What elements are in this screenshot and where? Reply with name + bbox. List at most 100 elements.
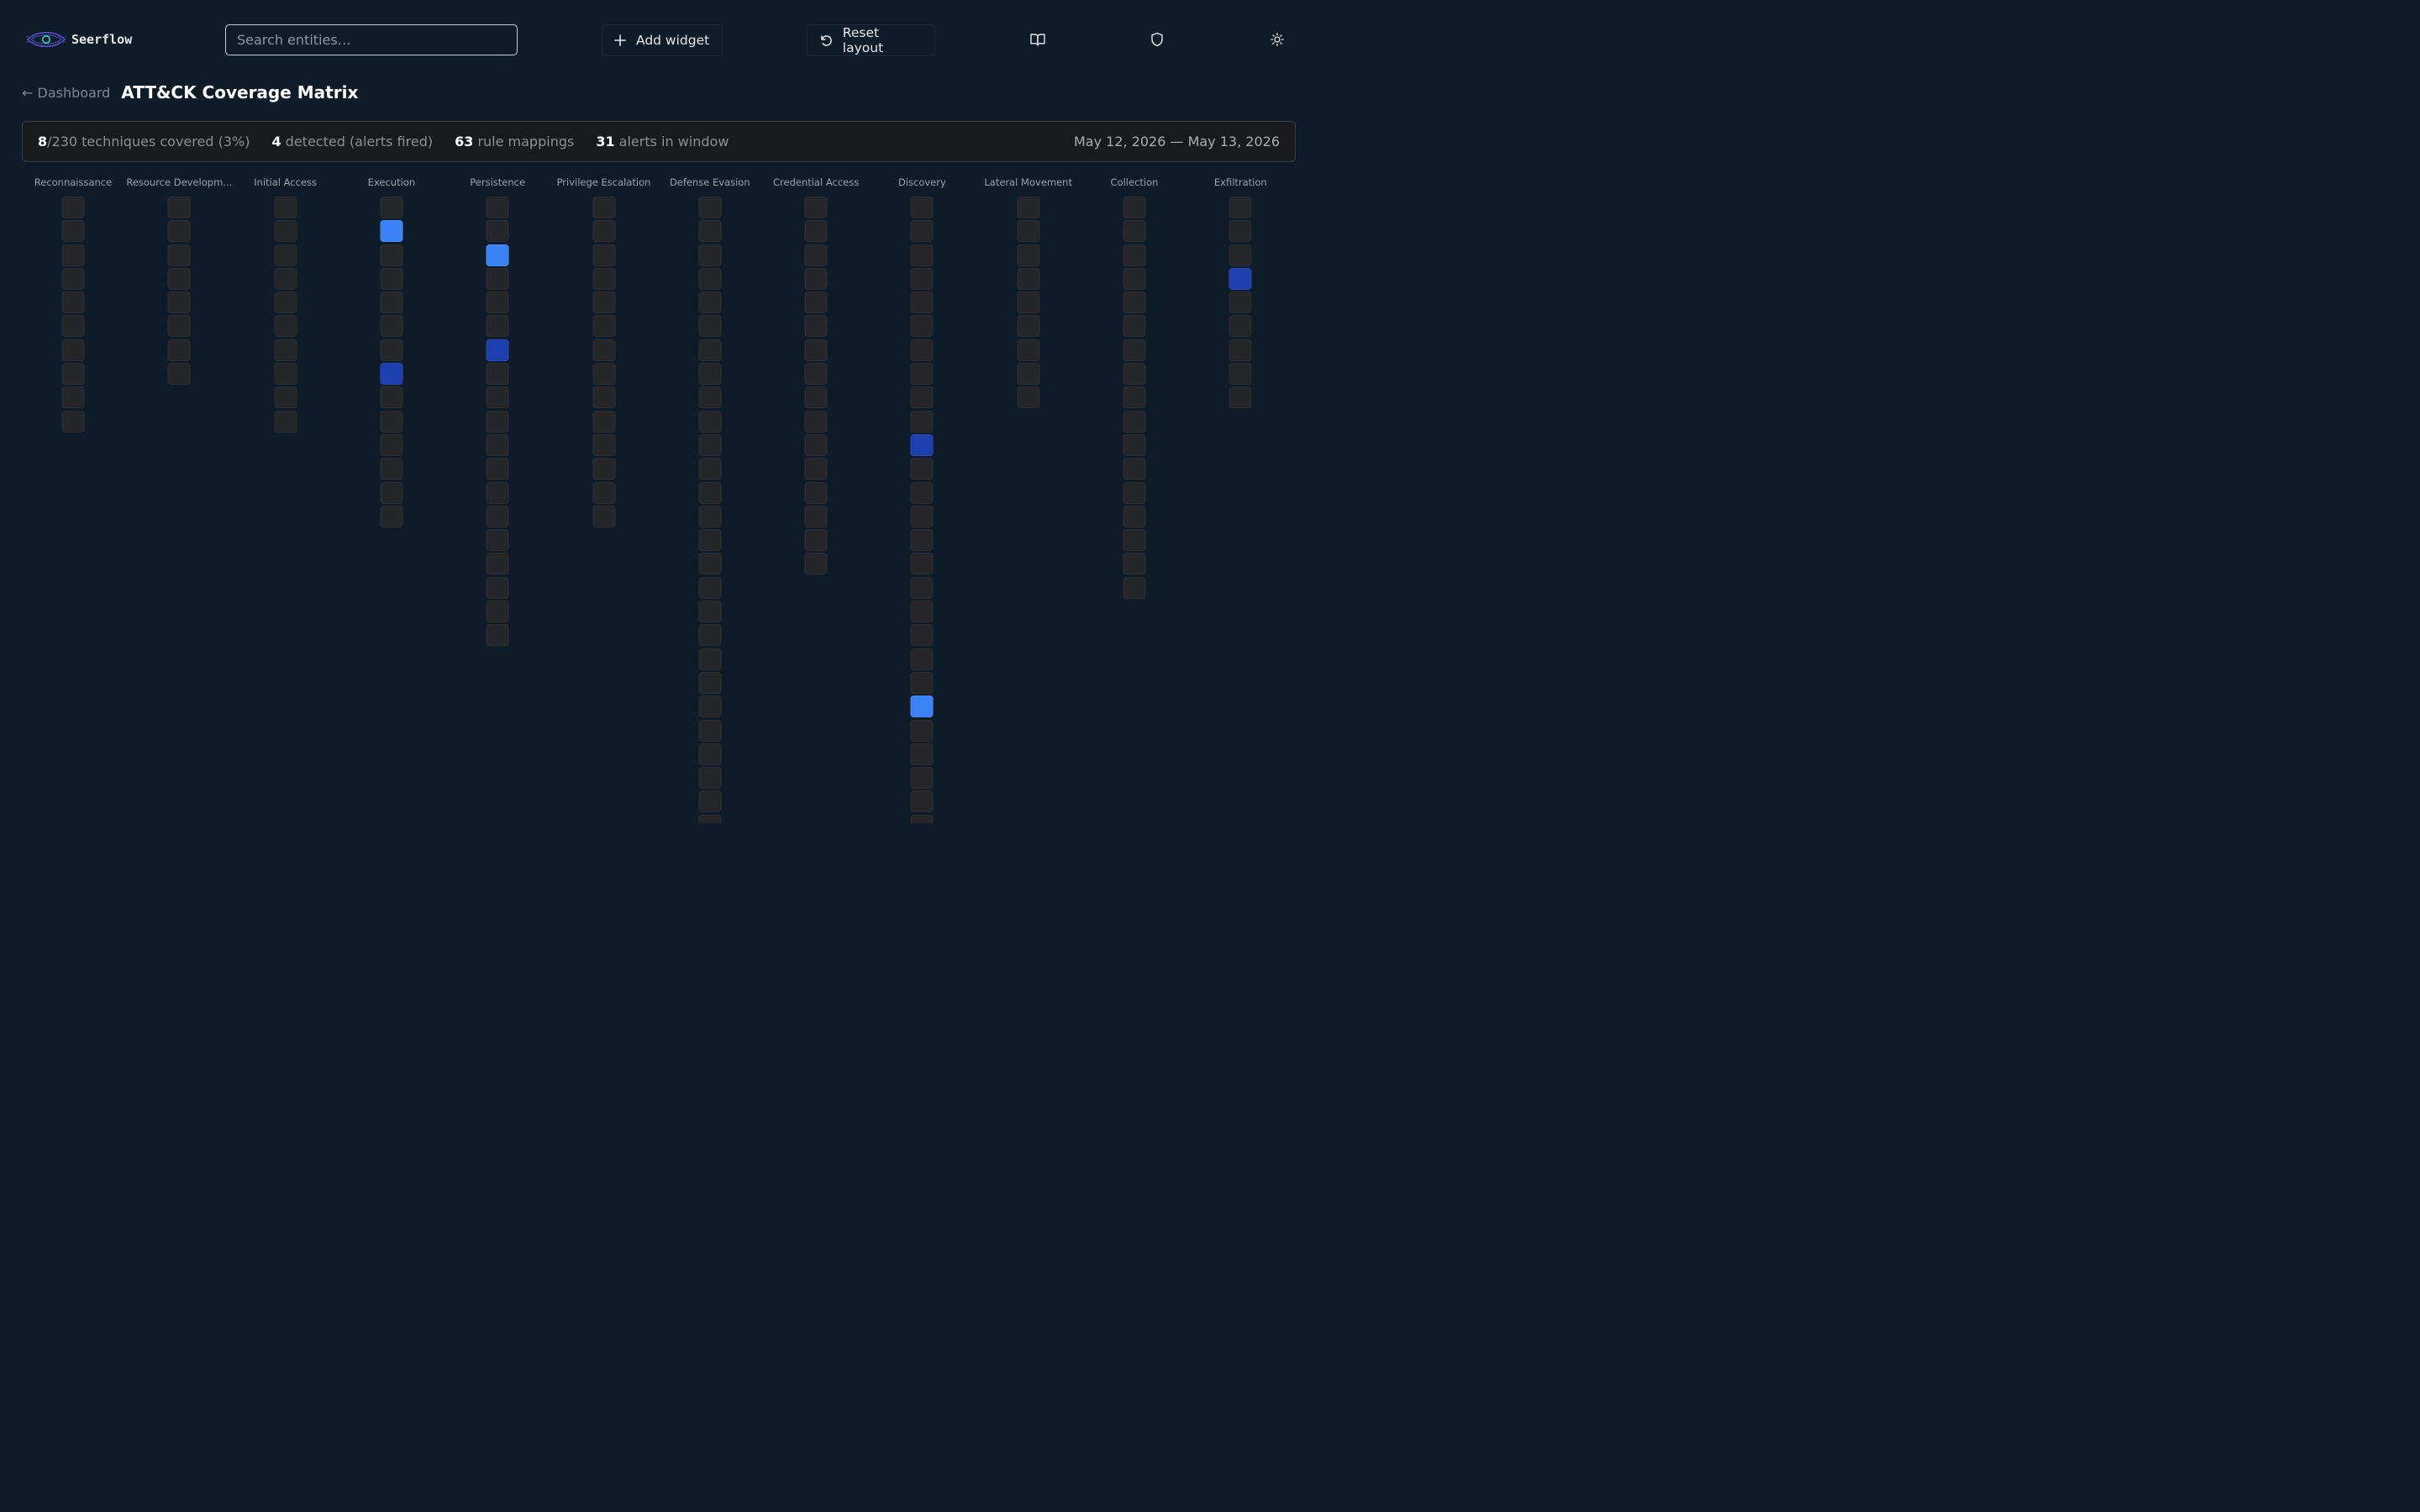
technique-cell[interactable] bbox=[486, 624, 509, 647]
technique-cell[interactable] bbox=[1228, 244, 1252, 266]
technique-cell[interactable] bbox=[274, 410, 297, 433]
technique-cell[interactable] bbox=[804, 505, 828, 528]
technique-cell[interactable] bbox=[698, 743, 722, 765]
technique-cell[interactable] bbox=[698, 458, 722, 480]
technique-cell[interactable] bbox=[698, 671, 722, 694]
technique-cell[interactable] bbox=[804, 363, 828, 386]
technique-cell[interactable] bbox=[592, 291, 615, 314]
technique-cell[interactable] bbox=[61, 197, 85, 218]
technique-cell[interactable] bbox=[698, 529, 722, 552]
technique-cell[interactable] bbox=[1228, 197, 1252, 218]
technique-cell[interactable] bbox=[804, 529, 828, 552]
technique-cell[interactable] bbox=[380, 220, 403, 243]
technique-cell[interactable] bbox=[61, 220, 85, 243]
app-logo[interactable]: Seerflow bbox=[26, 28, 132, 51]
technique-cell[interactable] bbox=[698, 719, 722, 742]
technique-cell[interactable] bbox=[1123, 244, 1146, 266]
technique-cell[interactable] bbox=[910, 767, 934, 790]
add-widget-button[interactable]: Add widget bbox=[602, 24, 723, 56]
technique-cell[interactable] bbox=[1123, 291, 1146, 314]
technique-cell[interactable] bbox=[1017, 244, 1040, 266]
technique-cell[interactable] bbox=[804, 315, 828, 338]
technique-cell[interactable] bbox=[61, 291, 85, 314]
technique-cell[interactable] bbox=[1017, 220, 1040, 243]
technique-cell[interactable] bbox=[486, 363, 509, 386]
tactic-header[interactable]: Resource Developm... bbox=[126, 175, 232, 190]
technique-cell[interactable] bbox=[592, 197, 615, 218]
technique-cell[interactable] bbox=[486, 220, 509, 243]
technique-cell[interactable] bbox=[1123, 481, 1146, 504]
technique-cell[interactable] bbox=[804, 410, 828, 433]
tactic-header[interactable]: Exfiltration bbox=[1187, 175, 1293, 190]
technique-cell[interactable] bbox=[698, 790, 722, 813]
technique-cell[interactable] bbox=[1228, 291, 1252, 314]
technique-cell[interactable] bbox=[380, 458, 403, 480]
technique-cell[interactable] bbox=[1123, 433, 1146, 456]
technique-cell[interactable] bbox=[698, 696, 722, 718]
technique-cell[interactable] bbox=[486, 291, 509, 314]
technique-cell[interactable] bbox=[167, 315, 191, 338]
technique-cell[interactable] bbox=[1123, 363, 1146, 386]
technique-cell[interactable] bbox=[910, 291, 934, 314]
technique-cell[interactable] bbox=[910, 386, 934, 409]
technique-cell[interactable] bbox=[486, 315, 509, 338]
technique-cell[interactable] bbox=[804, 267, 828, 290]
tactic-header[interactable]: Persistence bbox=[445, 175, 550, 190]
technique-cell[interactable] bbox=[61, 339, 85, 361]
tactic-header[interactable]: Lateral Movement bbox=[976, 175, 1081, 190]
technique-cell[interactable] bbox=[167, 267, 191, 290]
technique-cell[interactable] bbox=[698, 267, 722, 290]
tactic-header[interactable]: Discovery bbox=[869, 175, 975, 190]
technique-cell[interactable] bbox=[486, 481, 509, 504]
technique-cell[interactable] bbox=[804, 458, 828, 480]
technique-cell[interactable] bbox=[698, 291, 722, 314]
technique-cell[interactable] bbox=[486, 601, 509, 623]
technique-cell[interactable] bbox=[1123, 220, 1146, 243]
technique-cell[interactable] bbox=[910, 696, 934, 718]
technique-cell[interactable] bbox=[1123, 197, 1146, 218]
technique-cell[interactable] bbox=[910, 433, 934, 456]
technique-cell[interactable] bbox=[380, 339, 403, 361]
technique-cell[interactable] bbox=[380, 433, 403, 456]
technique-cell[interactable] bbox=[61, 410, 85, 433]
technique-cell[interactable] bbox=[910, 743, 934, 765]
technique-cell[interactable] bbox=[804, 481, 828, 504]
technique-cell[interactable] bbox=[486, 505, 509, 528]
technique-cell[interactable] bbox=[698, 814, 722, 823]
technique-cell[interactable] bbox=[486, 244, 509, 266]
technique-cell[interactable] bbox=[698, 648, 722, 670]
technique-cell[interactable] bbox=[274, 220, 297, 243]
technique-cell[interactable] bbox=[1228, 386, 1252, 409]
technique-cell[interactable] bbox=[910, 814, 934, 823]
technique-cell[interactable] bbox=[274, 363, 297, 386]
tactic-header[interactable]: Initial Access bbox=[233, 175, 339, 190]
technique-cell[interactable] bbox=[167, 244, 191, 266]
technique-cell[interactable] bbox=[486, 339, 509, 361]
technique-cell[interactable] bbox=[910, 339, 934, 361]
technique-cell[interactable] bbox=[167, 197, 191, 218]
tactic-header[interactable]: Privilege Escalation bbox=[551, 175, 657, 190]
technique-cell[interactable] bbox=[380, 505, 403, 528]
technique-cell[interactable] bbox=[910, 197, 934, 218]
technique-cell[interactable] bbox=[1017, 267, 1040, 290]
technique-cell[interactable] bbox=[698, 576, 722, 599]
technique-cell[interactable] bbox=[486, 458, 509, 480]
technique-cell[interactable] bbox=[1228, 267, 1252, 290]
technique-cell[interactable] bbox=[380, 386, 403, 409]
technique-cell[interactable] bbox=[592, 339, 615, 361]
technique-cell[interactable] bbox=[486, 529, 509, 552]
technique-cell[interactable] bbox=[61, 315, 85, 338]
technique-cell[interactable] bbox=[1017, 315, 1040, 338]
tactic-header[interactable]: Defense Evasion bbox=[657, 175, 763, 190]
technique-cell[interactable] bbox=[910, 220, 934, 243]
security-button[interactable] bbox=[1148, 30, 1166, 49]
technique-cell[interactable] bbox=[486, 410, 509, 433]
technique-cell[interactable] bbox=[910, 315, 934, 338]
technique-cell[interactable] bbox=[804, 220, 828, 243]
technique-cell[interactable] bbox=[1123, 339, 1146, 361]
technique-cell[interactable] bbox=[698, 197, 722, 218]
technique-cell[interactable] bbox=[1017, 339, 1040, 361]
technique-cell[interactable] bbox=[698, 553, 722, 575]
technique-cell[interactable] bbox=[1123, 576, 1146, 599]
technique-cell[interactable] bbox=[592, 363, 615, 386]
